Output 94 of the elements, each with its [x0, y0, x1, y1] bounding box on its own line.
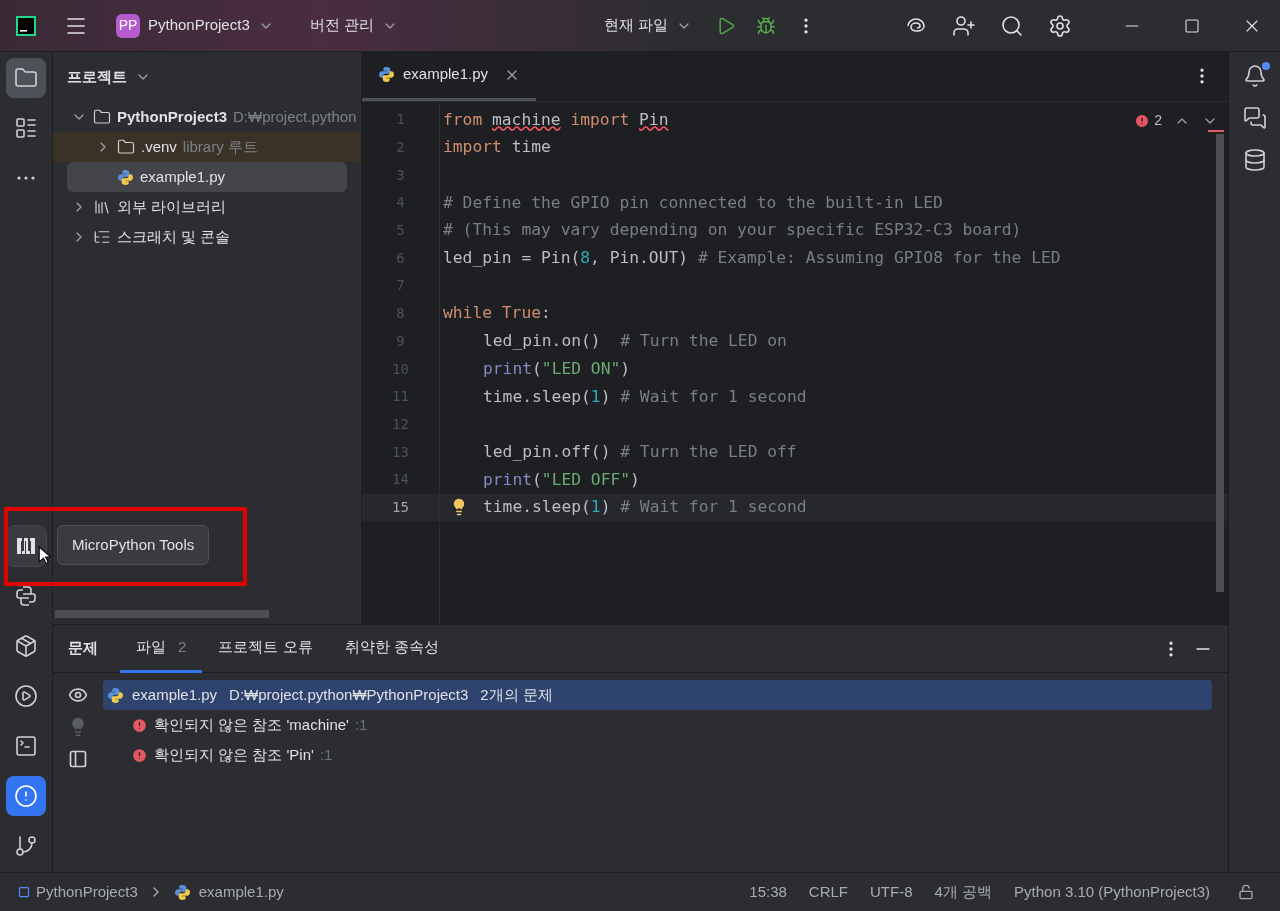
status-item[interactable]: Python 3.10 (PythonProject3): [1014, 880, 1210, 904]
line-reference: :1: [354, 714, 368, 735]
more-icon: [17, 176, 35, 180]
preview-icon[interactable]: [68, 749, 88, 769]
python-file-icon: [378, 66, 395, 83]
breadcrumb[interactable]: example1.py: [198, 880, 284, 904]
python-file-icon: [173, 883, 191, 901]
tool-window-button[interactable]: [6, 526, 46, 566]
problem-file-row[interactable]: example1.py D:₩project.python₩PythonProject3 2개의 문제: [103, 680, 1212, 710]
run-config-selector[interactable]: 현재 파일: [603, 7, 692, 44]
tree-item-label: example1.py: [140, 166, 226, 187]
status-item[interactable]: CRLF: [808, 880, 849, 904]
git-branch-icon: [14, 834, 38, 858]
packages-icon: [14, 634, 38, 658]
python-file-icon: [107, 686, 124, 704]
settings-icon[interactable]: [1048, 13, 1072, 38]
project-badge: PP: [116, 13, 140, 38]
database-icon[interactable]: [1242, 148, 1267, 172]
tool-window-button[interactable]: [6, 58, 46, 98]
panel-tab[interactable]: 프로젝트 오류: [202, 624, 329, 673]
notifications-icon[interactable]: [1242, 64, 1267, 88]
error-count[interactable]: 2: [1134, 110, 1162, 131]
tree-item-label: 스크래치 및 콘솔: [117, 226, 231, 247]
error-icon: [1134, 112, 1151, 129]
project-switcher[interactable]: PP PythonProject3: [108, 7, 282, 44]
run-icon: [14, 684, 38, 708]
status-item[interactable]: 4개 공백: [934, 880, 993, 904]
problem-item[interactable]: 확인되지 않은 참조 'machine' :1: [103, 710, 1212, 740]
scrollbar[interactable]: [1216, 134, 1224, 592]
tree-item[interactable]: PythonProject3 D:₩project.python: [53, 102, 361, 132]
tree-item-note: D:₩project.python: [233, 106, 357, 127]
maximize-icon[interactable]: [1184, 17, 1200, 34]
editor-tab[interactable]: example1.py: [362, 51, 537, 101]
cursor-icon: [38, 546, 51, 565]
code-line: time.sleep(1) # Wait for 1 second: [483, 385, 807, 408]
problem-text: 확인되지 않은 참조 'Pin': [154, 744, 314, 765]
file-name: example1.py: [132, 684, 218, 705]
code-line: led_pin = Pin(8, Pin.OUT) # Example: Assuming GPIO8 for the LED: [443, 247, 1061, 270]
folder-icon: [117, 138, 135, 156]
panel-tab[interactable]: 취약한 종속성: [328, 624, 455, 673]
app-logo-icon: [16, 15, 36, 36]
eye-icon[interactable]: [68, 685, 88, 705]
line-reference: :1: [319, 744, 333, 765]
add-user-icon[interactable]: [952, 13, 976, 38]
tree-item[interactable]: 외부 라이브러리: [53, 192, 361, 222]
tool-window-button[interactable]: [6, 776, 46, 816]
problem-text: 확인되지 않은 참조 'machine': [154, 714, 349, 735]
module-icon: [18, 886, 30, 898]
code-line: print("LED OFF"): [483, 468, 640, 491]
folder-icon: [14, 66, 38, 90]
python-file-icon: [117, 168, 134, 186]
status-item[interactable]: UTF-8: [870, 880, 913, 904]
line-number: 15: [392, 497, 409, 517]
structure-icon: [14, 116, 38, 140]
error-icon: [131, 746, 148, 764]
tree-item[interactable]: 스크래치 및 콘솔: [53, 222, 361, 252]
debug-icon[interactable]: [756, 15, 776, 36]
error-icon: [131, 716, 148, 734]
tree-item-label: 외부 라이브러리: [117, 196, 227, 217]
scratches-icon: [93, 228, 111, 246]
panel-title: 문제: [68, 638, 98, 659]
code-line: # Define the GPIO pin connected to the built-in LED: [443, 191, 943, 214]
code-line: time.sleep(1) # Wait for 1 second: [483, 496, 807, 519]
file-path: D:₩project.python₩PythonProject3: [229, 684, 469, 705]
code-line: led_pin.on() # Turn the LED on: [483, 330, 787, 353]
run-icon[interactable]: [716, 15, 736, 36]
problems-icon: [14, 784, 38, 808]
tree-item-note: library 루트: [182, 136, 258, 157]
code-line: led_pin.off() # Turn the LED off: [483, 440, 797, 463]
tooltip: MicroPython Tools: [57, 525, 210, 565]
breadcrumb[interactable]: PythonProject3: [36, 880, 138, 904]
code-line: # (This may vary depending on your specific ESP32-C3 board): [443, 219, 1022, 242]
tree-item-label: PythonProject3: [117, 106, 228, 127]
problem-item[interactable]: 확인되지 않은 참조 'Pin' :1: [103, 740, 1212, 770]
status-item[interactable]: 15:38: [749, 880, 787, 904]
code-line: print("LED ON"): [483, 357, 631, 380]
problem-count: 2개의 문제: [480, 684, 553, 705]
vcs-menu[interactable]: 버전 관리: [309, 7, 398, 44]
code-line: while True:: [443, 302, 551, 325]
search-icon[interactable]: [1000, 13, 1024, 38]
scrollbar[interactable]: [55, 610, 269, 618]
library-icon: [93, 198, 111, 216]
folder-icon: [93, 108, 111, 126]
tree-item-label: .venv: [141, 136, 177, 157]
tree-item[interactable]: example1.py: [67, 162, 347, 192]
tree-item[interactable]: .venv library 루트: [53, 132, 361, 162]
terminal-icon: [14, 734, 38, 758]
chat-icon[interactable]: [1242, 106, 1267, 130]
python-console-icon: [14, 584, 38, 608]
code-line: from machine import Pin: [443, 108, 669, 131]
code-line: import time: [443, 136, 551, 159]
unlock-icon[interactable]: [1238, 884, 1254, 900]
panel-title: 프로젝트: [67, 66, 127, 87]
panel-tab[interactable]: 파일 2: [120, 624, 203, 673]
